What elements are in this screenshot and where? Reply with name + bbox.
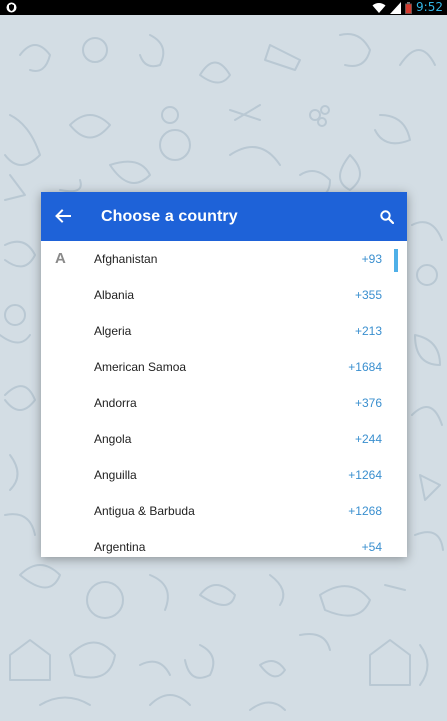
country-row-albania[interactable]: Albania +355: [41, 277, 391, 313]
search-icon: [380, 210, 394, 224]
dialog-header: Choose a country: [41, 192, 407, 241]
battery-icon: [405, 1, 413, 14]
country-code: +93: [361, 252, 382, 266]
country-name: Anguilla: [94, 468, 137, 482]
country-name: Albania: [94, 288, 135, 302]
status-bar: 9:52: [0, 0, 447, 15]
country-name: American Samoa: [94, 360, 187, 374]
country-name: Antigua & Barbuda: [94, 504, 195, 518]
dialog-title: Choose a country: [101, 208, 238, 225]
country-row-angola[interactable]: Angola +244: [41, 421, 391, 457]
search-button[interactable]: [375, 205, 399, 229]
country-code: +244: [354, 432, 382, 446]
country-name: Andorra: [94, 396, 137, 410]
country-code: +1268: [348, 504, 382, 518]
country-code: +54: [361, 540, 382, 554]
section-letter: A: [55, 250, 66, 267]
country-code: +1264: [348, 468, 382, 482]
country-code: +355: [354, 288, 382, 302]
country-row-antigua-barbuda[interactable]: Antigua & Barbuda +1268: [41, 493, 391, 529]
back-button[interactable]: [51, 204, 75, 228]
country-row-argentina[interactable]: Argentina +54: [41, 529, 391, 557]
country-row-american-samoa[interactable]: American Samoa +1684: [41, 349, 391, 385]
country-name: Argentina: [94, 540, 146, 554]
wifi-icon: [372, 2, 386, 13]
country-row-andorra[interactable]: Andorra +376: [41, 385, 391, 421]
country-row-anguilla[interactable]: Anguilla +1264: [41, 457, 391, 493]
country-code: +213: [354, 324, 382, 338]
arrow-left-icon: [55, 209, 71, 223]
country-list[interactable]: A Afghanistan +93 Albania +355 Algeria +…: [41, 241, 407, 557]
status-time: 9:52: [416, 0, 443, 14]
country-name: Afghanistan: [94, 252, 158, 266]
country-name: Algeria: [94, 324, 132, 338]
country-code: +376: [354, 396, 382, 410]
list-scrollbar[interactable]: [394, 249, 398, 272]
signal-icon: [390, 1, 402, 14]
country-code: +1684: [348, 360, 382, 374]
country-name: Angola: [94, 432, 132, 446]
shield-icon: [6, 2, 17, 13]
country-row-afghanistan[interactable]: A Afghanistan +93: [41, 241, 391, 277]
country-picker-dialog: Choose a country A Afghanistan +93 Alban…: [41, 192, 407, 557]
country-row-algeria[interactable]: Algeria +213: [41, 313, 391, 349]
